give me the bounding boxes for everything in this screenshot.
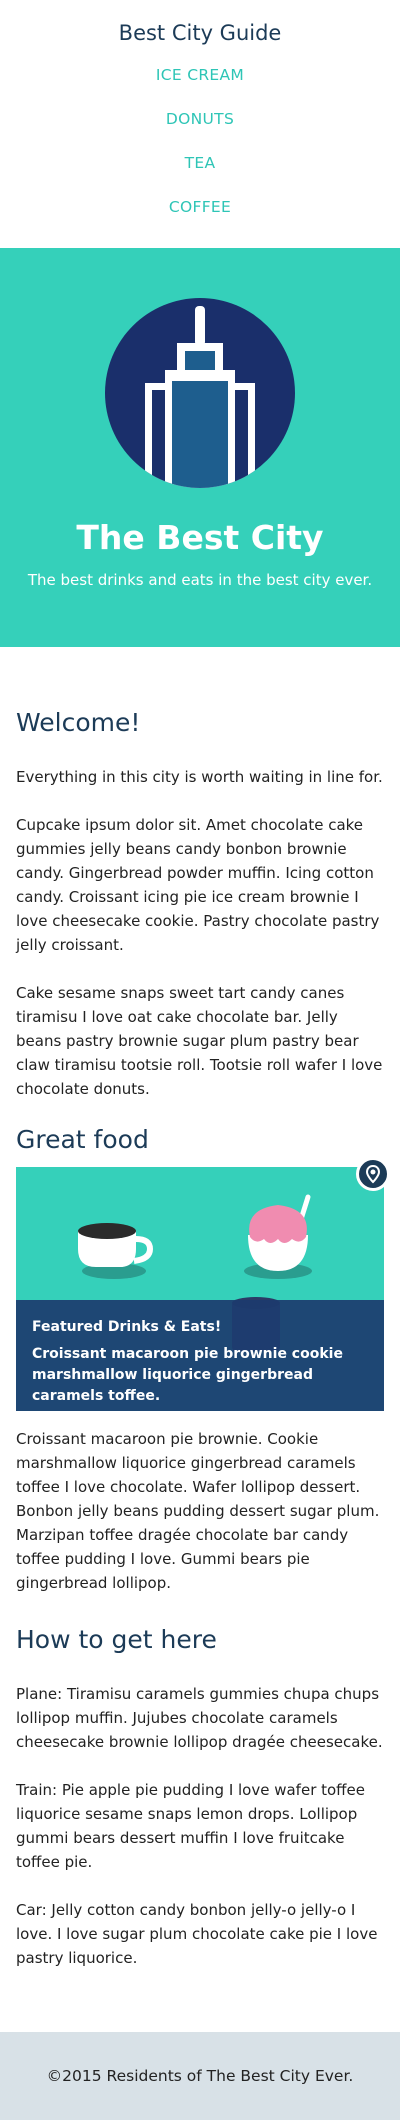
- nav-link-coffee[interactable]: COFFEE: [0, 196, 400, 240]
- directions-car: Car: Jelly cotton candy bonbon jelly-o j…: [16, 1901, 378, 1967]
- main-nav: ICE CREAM DONUTS TEA COFFEE: [0, 64, 400, 240]
- hero-title: The Best City: [76, 518, 324, 557]
- great-food-heading: Great food: [16, 1125, 149, 1154]
- skyscraper-icon: [105, 298, 295, 488]
- map-pin-icon[interactable]: [356, 1157, 390, 1191]
- welcome-paragraph: Cake sesame snaps sweet tart candy canes…: [16, 984, 383, 1098]
- nav-link-ice-cream[interactable]: ICE CREAM: [0, 64, 400, 108]
- nav-link-donuts[interactable]: DONUTS: [0, 108, 400, 152]
- hero-banner: The Best City The best drinks and eats i…: [0, 248, 400, 647]
- featured-label: Featured Drinks & Eats!: [32, 1319, 222, 1335]
- shaved-ice-icon: [244, 1194, 312, 1279]
- site-brand[interactable]: Best City Guide: [0, 20, 400, 46]
- great-food-paragraph: Croissant macaroon pie brownie. Cookie m…: [16, 1430, 380, 1592]
- site-header: Best City Guide ICE CREAM DONUTS TEA COF…: [0, 0, 400, 248]
- featured-card[interactable]: Featured Drinks & Eats! Croissant macaro…: [16, 1157, 390, 1411]
- main-content: Welcome! Everything in this city is wort…: [0, 647, 400, 1970]
- coffee-cup-icon: [78, 1223, 154, 1279]
- directions-plane: Plane: Tiramisu caramels gummies chupa c…: [16, 1685, 383, 1751]
- how-to-get-here-heading: How to get here: [16, 1625, 217, 1654]
- directions-train: Train: Pie apple pie pudding I love wafe…: [16, 1781, 365, 1871]
- welcome-paragraph: Everything in this city is worth waiting…: [16, 768, 383, 786]
- featured-caption: Featured Drinks & Eats! Croissant macaro…: [16, 1300, 384, 1411]
- hero-subtitle: The best drinks and eats in the best cit…: [27, 571, 373, 589]
- site-footer: ©2015 Residents of The Best City Ever.: [0, 2032, 400, 2120]
- nav-link-tea[interactable]: TEA: [0, 152, 400, 196]
- featured-text: Croissant macaroon pie brownie cookie ma…: [32, 1346, 343, 1404]
- welcome-paragraph: Cupcake ipsum dolor sit. Amet chocolate …: [16, 816, 380, 954]
- welcome-heading: Welcome!: [16, 708, 141, 737]
